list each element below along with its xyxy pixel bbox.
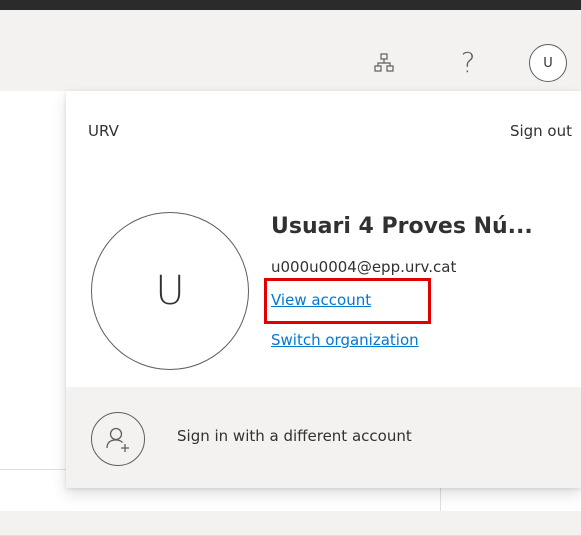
sign-in-different-account-label: Sign in with a different account — [177, 427, 412, 445]
help-icon[interactable]: ? — [452, 42, 484, 82]
account-manager-panel: URV Sign out U Usuari 4 Proves Nú... u00… — [66, 91, 581, 488]
organization-icon[interactable] — [368, 47, 400, 79]
account-avatar-button[interactable]: U — [529, 44, 567, 82]
top-dark-strip — [0, 0, 581, 10]
view-account-link[interactable]: View account — [271, 291, 371, 309]
user-avatar: U — [91, 212, 249, 370]
organization-name: URV — [88, 122, 119, 140]
sign-in-different-account-button[interactable]: Sign in with a different account — [66, 387, 581, 488]
switch-organization-link[interactable]: Switch organization — [271, 331, 419, 349]
user-email: u000u0004@epp.urv.cat — [271, 258, 457, 276]
user-display-name: Usuari 4 Proves Nú... — [271, 214, 533, 239]
person-add-icon — [91, 412, 145, 466]
header-bar: ? U — [0, 10, 581, 92]
sign-out-button[interactable]: Sign out — [510, 122, 572, 140]
